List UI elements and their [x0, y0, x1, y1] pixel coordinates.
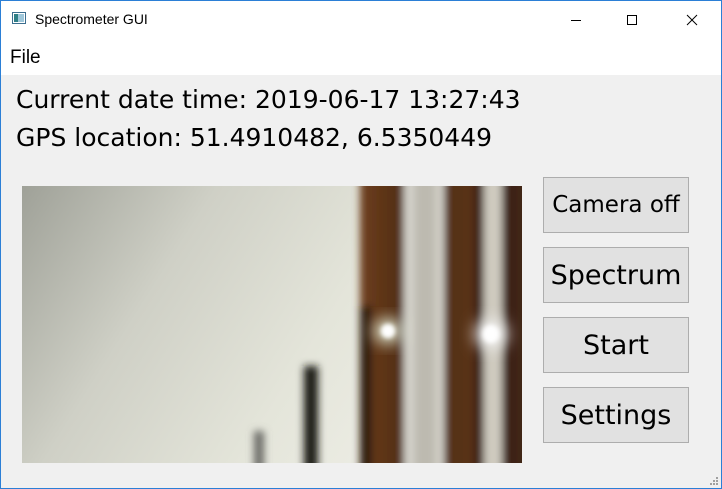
settings-button[interactable]: Settings — [543, 387, 689, 443]
close-icon — [686, 14, 698, 26]
resize-grip-icon[interactable] — [709, 476, 719, 486]
title-bar[interactable]: Spectrometer GUI — [1, 1, 721, 39]
camera-feed — [22, 186, 522, 463]
camera-feed-image — [22, 186, 522, 463]
maximize-button[interactable] — [609, 1, 655, 39]
gps-label: GPS location: 51.4910482, 6.5350449 — [16, 123, 493, 152]
close-button[interactable] — [669, 1, 715, 39]
menu-bar: File — [1, 39, 721, 75]
maximize-icon — [627, 15, 637, 25]
window-title: Spectrometer GUI — [35, 11, 148, 27]
minimize-button[interactable] — [553, 1, 599, 39]
spectrum-button[interactable]: Spectrum — [543, 247, 689, 303]
menu-file[interactable]: File — [10, 47, 41, 69]
minimize-icon — [571, 20, 581, 21]
app-icon — [12, 12, 26, 24]
app-window: Spectrometer GUI File Current date time:… — [0, 0, 722, 489]
start-button[interactable]: Start — [543, 317, 689, 373]
datetime-label: Current date time: 2019-06-17 13:27:43 — [16, 85, 521, 114]
camera-off-button[interactable]: Camera off — [543, 177, 689, 233]
